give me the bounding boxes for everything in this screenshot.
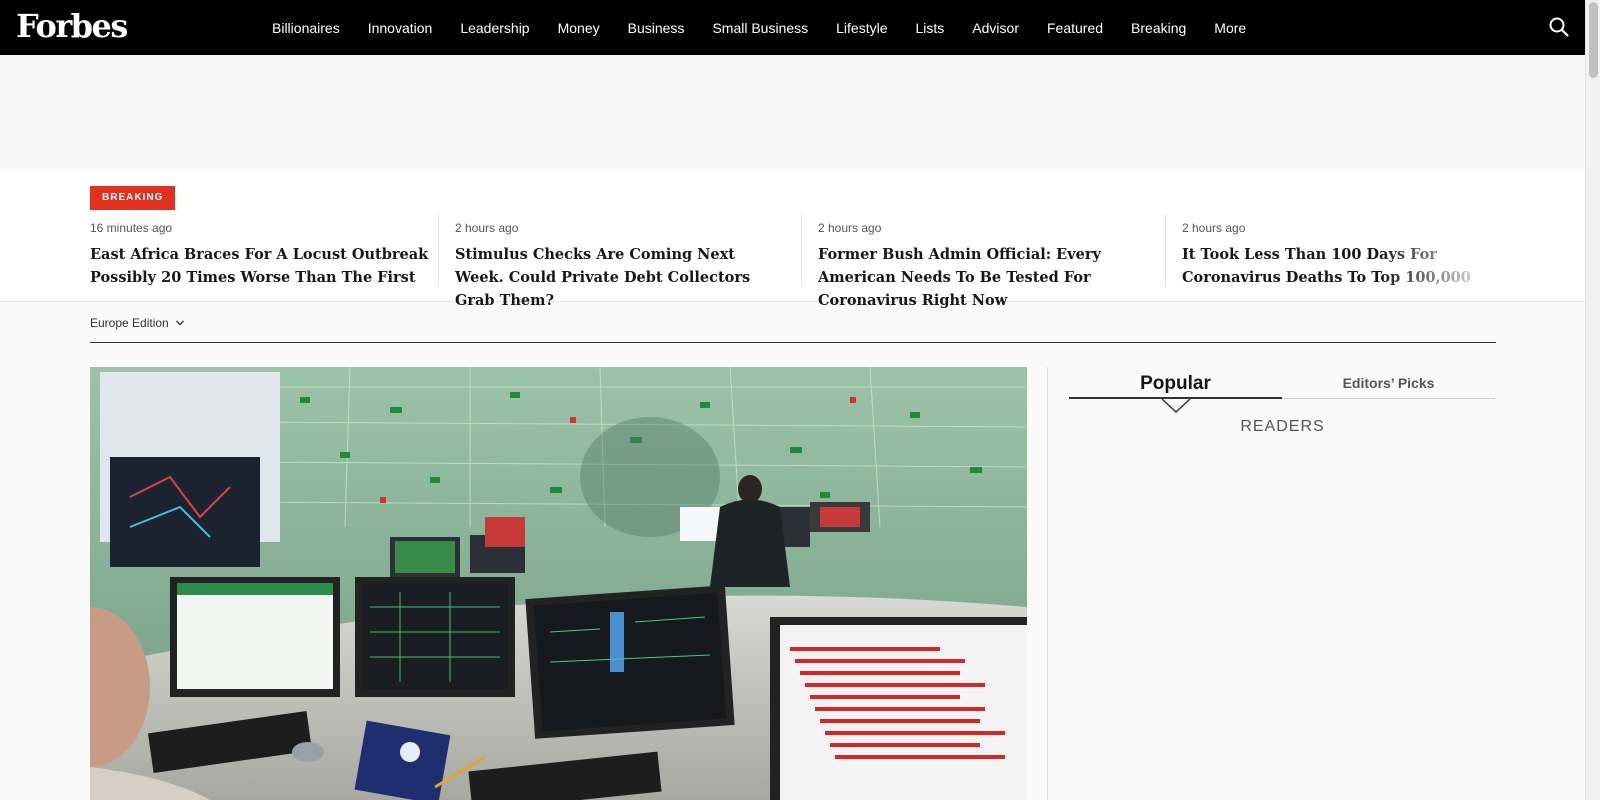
nav-item-breaking[interactable]: Breaking [1131,20,1186,36]
edition-label: Europe Edition [90,316,169,330]
story-timestamp: 2 hours ago [455,221,519,235]
nav-item-small-business[interactable]: Small Business [712,20,808,36]
story-headline[interactable]: Former Bush Admin Official: Every Americ… [818,243,1149,312]
search-icon[interactable] [1548,16,1570,38]
nav-item-lists[interactable]: Lists [916,20,945,36]
story-headline[interactable]: Stimulus Checks Are Coming Next Week. Co… [455,243,786,312]
nav-item-lifestyle[interactable]: Lifestyle [836,20,887,36]
ad-banner-placeholder [0,55,1585,169]
hero-image[interactable] [90,367,1027,800]
top-nav: Forbes Billionaires Innovation Leadership M… [0,0,1585,55]
active-tab-caret-icon [1161,398,1191,414]
nav-item-featured[interactable]: Featured [1047,20,1103,36]
scrollbar-thumb[interactable] [1589,2,1598,78]
nav-item-advisor[interactable]: Advisor [972,20,1019,36]
chevron-down-icon [175,320,184,326]
breaking-story[interactable]: 2 hours ago Stimulus Checks Are Coming N… [438,214,786,309]
story-headline[interactable]: It Took Less Than 100 Days For Coronavir… [1182,243,1513,289]
story-timestamp: 2 hours ago [1182,221,1246,235]
breaking-story[interactable]: 2 hours ago It Took Less Than 100 Days F… [1165,214,1513,286]
breaking-badge: BREAKING [90,186,176,210]
nav-item-business[interactable]: Business [628,20,685,36]
column-divider [1047,367,1048,800]
story-headline[interactable]: East Africa Braces For A Locust Outbreak… [90,243,438,289]
breaking-story[interactable]: 16 minutes ago East Africa Braces For A … [90,214,438,286]
story-timestamp: 16 minutes ago [90,221,173,235]
section-divider [90,342,1496,343]
nav-item-leadership[interactable]: Leadership [460,20,529,36]
tab-popular[interactable]: Popular [1069,367,1282,399]
main-nav: Billionaires Innovation Leadership Money Bus… [258,0,1260,55]
forbes-logo[interactable]: Forbes [16,4,128,48]
page-scrollbar[interactable] [1585,0,1600,800]
nav-item-innovation[interactable]: Innovation [368,20,433,36]
tab-editors-picks[interactable]: Editors’ Picks [1282,367,1495,399]
nav-item-billionaires[interactable]: Billionaires [272,20,340,36]
readers-label: READERS [1240,418,1325,435]
breaking-story[interactable]: 2 hours ago Former Bush Admin Official: … [801,214,1149,309]
story-timestamp: 2 hours ago [818,221,882,235]
sidebar-tabs: Popular Editors’ Picks [1069,367,1496,399]
breaking-news-strip: BREAKING 16 minutes ago East Africa Brac… [0,169,1585,309]
nav-item-more[interactable]: More [1214,20,1246,36]
edition-selector[interactable]: Europe Edition [90,316,185,330]
nav-item-money[interactable]: Money [558,20,600,36]
